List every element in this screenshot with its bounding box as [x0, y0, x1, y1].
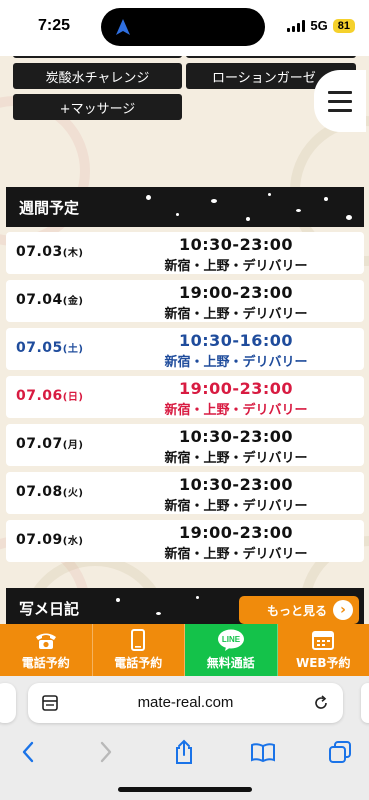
- schedule-date: 07.05(土): [16, 340, 84, 356]
- share-button[interactable]: [164, 732, 204, 772]
- chevron-right-icon: [100, 741, 112, 763]
- weekly-schedule-header: 週間予定: [6, 187, 364, 227]
- network-label: 5G: [310, 18, 328, 33]
- schedule-time: 10:30-23:00: [179, 427, 293, 446]
- next-tab-stub[interactable]: [361, 683, 369, 723]
- schedule-row: 07.09(水) 19:00-23:00 新宿・上野・デリバリー: [6, 520, 364, 562]
- signal-icon: [287, 19, 306, 32]
- tag-button[interactable]: 炭酸水チャレンジ: [13, 63, 182, 89]
- line-icon: LINE: [217, 629, 244, 651]
- schedule-area: 新宿・上野・デリバリー: [164, 259, 308, 274]
- forward-button[interactable]: [86, 732, 126, 772]
- schedule-area: 新宿・上野・デリバリー: [164, 547, 308, 562]
- book-icon: [251, 743, 275, 763]
- url-text: mate-real.com: [137, 694, 234, 711]
- chevron-right-icon: ›: [333, 600, 353, 620]
- schedule-list: 07.03(木) 10:30-23:00 新宿・上野・デリバリー 07.04(金…: [6, 232, 364, 568]
- more-button-label: もっと見る: [266, 603, 327, 618]
- schedule-date: 07.09(水): [16, 532, 84, 548]
- share-icon: [176, 739, 192, 764]
- tag-button[interactable]: [13, 56, 182, 58]
- schedule-time: 19:00-23:00: [179, 379, 293, 398]
- schedule-area: 新宿・上野・デリバリー: [164, 403, 308, 418]
- mobile-reserve-button[interactable]: 電話予約: [92, 624, 185, 676]
- more-button[interactable]: もっと見る ›: [239, 596, 359, 624]
- phone-reserve-button[interactable]: 電話予約: [0, 624, 93, 676]
- weekly-schedule-title: 週間予定: [19, 198, 80, 217]
- status-bar: 7:25 5G 81: [0, 0, 369, 56]
- schedule-date: 07.08(火): [16, 484, 84, 500]
- diary-title: 写メ日記: [19, 599, 80, 618]
- page-content: 炭酸水チャレンジ ローションガーゼ +マッサージ 週間予定 07.03(木) 1…: [0, 56, 369, 624]
- phone-icon: [35, 633, 56, 649]
- schedule-date: 07.07(月): [16, 436, 84, 452]
- schedule-row: 07.08(火) 10:30-23:00 新宿・上野・デリバリー: [6, 472, 364, 514]
- schedule-time: 19:00-23:00: [179, 283, 293, 302]
- schedule-area: 新宿・上野・デリバリー: [164, 355, 308, 370]
- cta-label: 電話予約: [114, 656, 163, 670]
- browser-toolbar: mate-real.com: [0, 676, 369, 800]
- home-indicator: [118, 787, 252, 792]
- reload-icon[interactable]: [312, 694, 330, 712]
- chevron-left-icon: [22, 741, 34, 763]
- svg-text:LINE: LINE: [222, 635, 241, 644]
- smartphone-icon: [131, 629, 146, 651]
- hamburger-menu-button[interactable]: [314, 70, 366, 132]
- menu-line: [328, 108, 352, 112]
- tag-button[interactable]: +マッサージ: [13, 94, 182, 120]
- calendar-icon: [312, 631, 335, 650]
- cta-bar: 電話予約 電話予約 LINE 無料通話 WEB予約: [0, 624, 369, 676]
- schedule-time: 19:00-23:00: [179, 523, 293, 542]
- schedule-area: 新宿・上野・デリバリー: [164, 499, 308, 514]
- tabs-icon: [329, 741, 351, 763]
- bookmarks-button[interactable]: [243, 732, 283, 772]
- tabs-button[interactable]: [320, 732, 360, 772]
- schedule-row: 07.04(金) 19:00-23:00 新宿・上野・デリバリー: [6, 280, 364, 322]
- previous-tab-stub[interactable]: [0, 683, 16, 723]
- menu-line: [328, 99, 352, 103]
- line-call-button[interactable]: LINE 無料通話: [185, 624, 278, 676]
- schedule-date: 07.06(日): [16, 388, 84, 404]
- cta-label: WEB予約: [295, 656, 351, 670]
- cta-label: 無料通話: [206, 656, 255, 670]
- status-indicators: 5G 81: [287, 18, 355, 33]
- address-bar[interactable]: mate-real.com: [28, 683, 343, 723]
- schedule-area: 新宿・上野・デリバリー: [164, 451, 308, 466]
- back-button[interactable]: [8, 732, 48, 772]
- dynamic-island: [101, 8, 265, 46]
- menu-line: [328, 90, 352, 94]
- schedule-time: 10:30-23:00: [179, 475, 293, 494]
- web-reserve-button[interactable]: WEB予約: [277, 624, 369, 676]
- schedule-time: 10:30-16:00: [179, 331, 293, 350]
- status-time: 7:25: [38, 17, 71, 34]
- cta-label: 電話予約: [21, 656, 70, 670]
- schedule-row: 07.05(土) 10:30-16:00 新宿・上野・デリバリー: [6, 328, 364, 370]
- location-arrow-icon: [116, 19, 130, 35]
- schedule-row: 07.03(木) 10:30-23:00 新宿・上野・デリバリー: [6, 232, 364, 274]
- battery-icon: 81: [332, 18, 355, 33]
- schedule-area: 新宿・上野・デリバリー: [164, 307, 308, 322]
- schedule-date: 07.03(木): [16, 244, 84, 260]
- schedule-date: 07.04(金): [16, 292, 84, 308]
- schedule-row: 07.06(日) 19:00-23:00 新宿・上野・デリバリー: [6, 376, 364, 418]
- tag-button[interactable]: [186, 56, 356, 58]
- schedule-time: 10:30-23:00: [179, 235, 293, 254]
- schedule-row: 07.07(月) 10:30-23:00 新宿・上野・デリバリー: [6, 424, 364, 466]
